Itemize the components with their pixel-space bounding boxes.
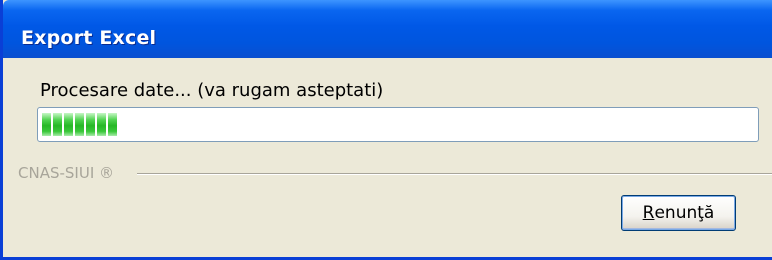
progress-segment (108, 113, 117, 136)
progress-segment (75, 113, 84, 136)
progress-segment (42, 113, 51, 136)
progress-segment (86, 113, 95, 136)
title-bar[interactable]: Export Excel (3, 0, 772, 58)
cancel-button-mnemonic: R (642, 203, 655, 223)
progress-status-label: Procesare date... (va rugam asteptati) (40, 80, 384, 101)
cancel-button-label: enunţă (654, 203, 715, 223)
progress-segment (64, 113, 73, 136)
progress-bar (37, 107, 759, 142)
progress-segment (97, 113, 106, 136)
footer-divider (137, 173, 772, 175)
brand-label: CNAS-SIUI ® (18, 164, 115, 182)
export-excel-dialog: Export Excel Procesare date... (va rugam… (0, 0, 772, 260)
progress-segment (53, 113, 62, 136)
window-title: Export Excel (21, 27, 157, 49)
cancel-button[interactable]: Renunţă (621, 195, 736, 231)
